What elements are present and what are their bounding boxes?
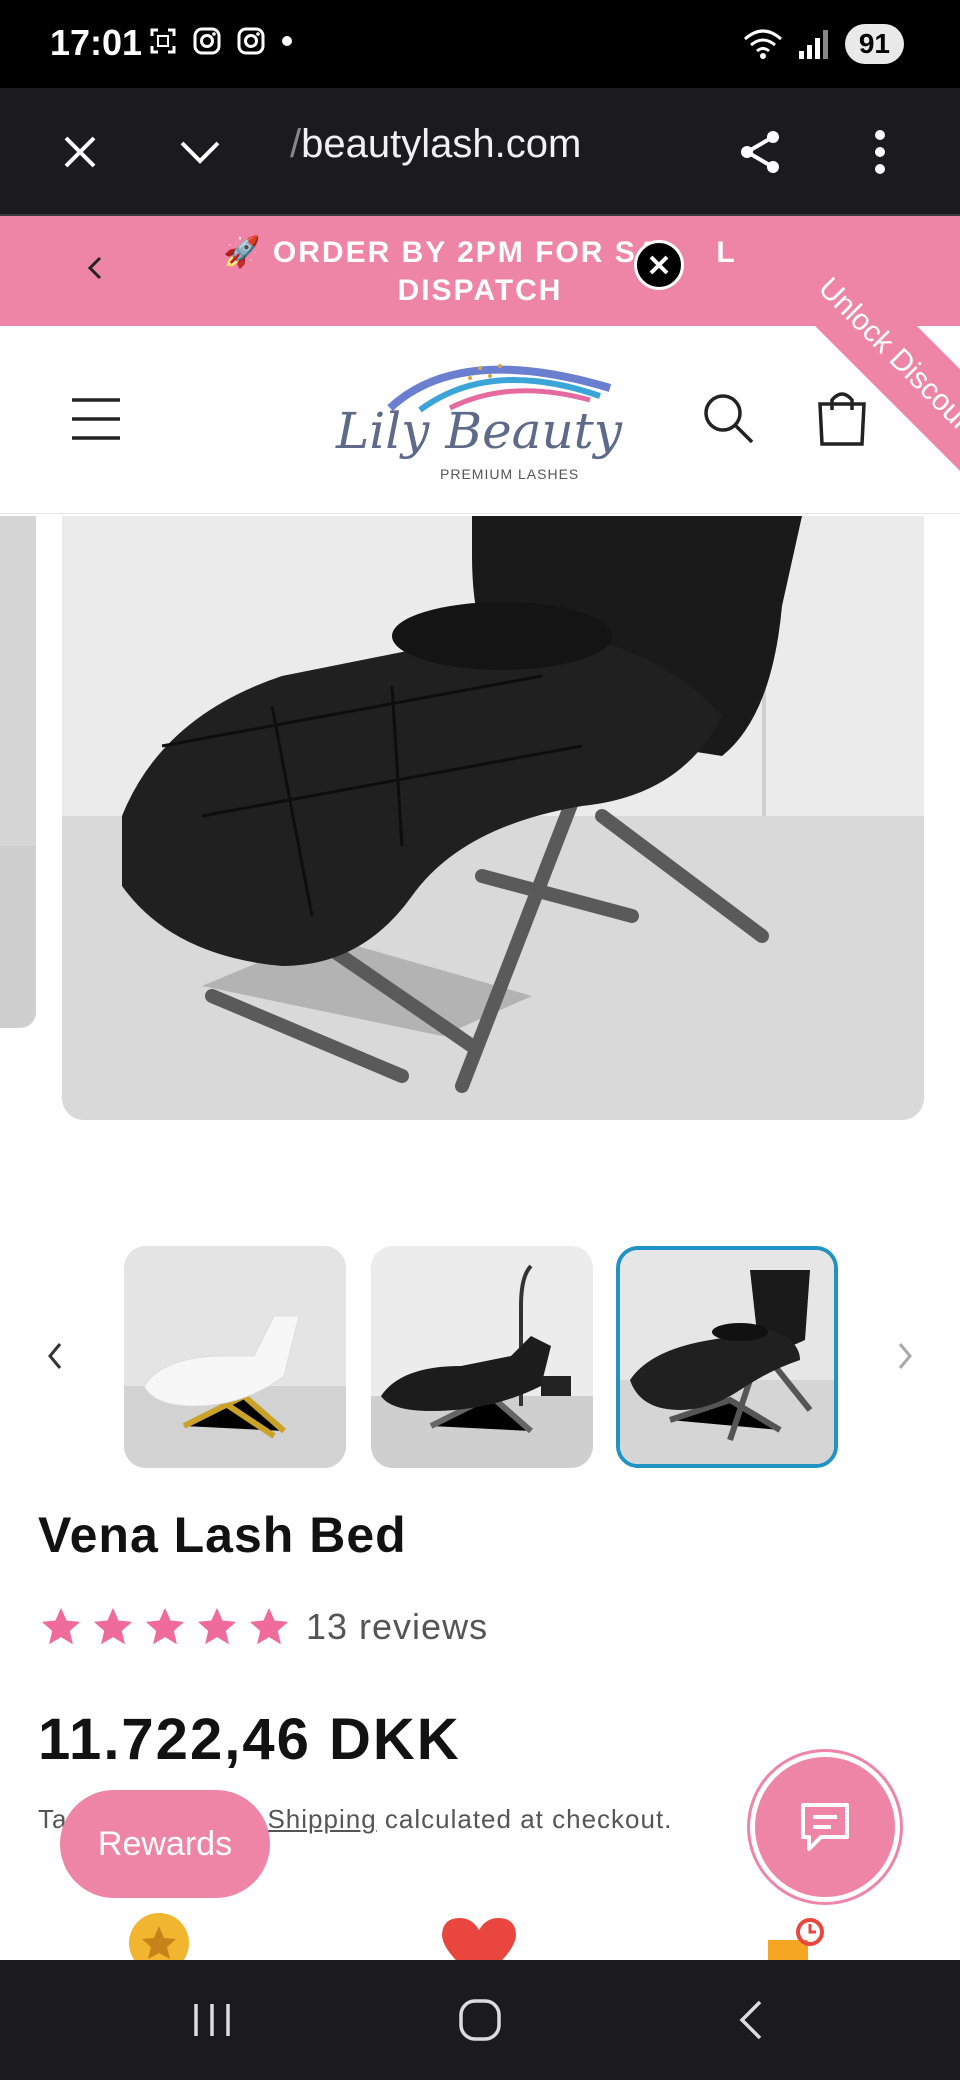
thumbnail-black-bed-salon[interactable] — [371, 1246, 593, 1468]
thumbnail-carousel — [0, 1246, 960, 1468]
hamburger-menu-icon — [72, 398, 120, 440]
star-icon — [93, 1607, 133, 1645]
status-bar: 17:01 91 — [0, 0, 960, 88]
chevron-left-icon — [87, 256, 102, 280]
product-title: Vena Lash Bed — [38, 1507, 407, 1563]
thumbnail-next-button[interactable] — [884, 1336, 924, 1376]
collapse-button[interactable] — [160, 112, 240, 192]
chevron-down-icon — [180, 141, 220, 164]
home-icon — [459, 1999, 501, 2041]
more-options-button[interactable] — [840, 112, 920, 192]
announcement-line-2: DISPATCH — [397, 274, 563, 307]
search-button[interactable] — [700, 390, 756, 451]
cart-button[interactable] — [814, 386, 870, 453]
feature-icons-row — [0, 1900, 960, 1960]
medal-icon — [129, 1913, 189, 1960]
recent-apps-button[interactable] — [182, 1990, 242, 2050]
review-count[interactable]: 13 reviews — [306, 1606, 488, 1648]
chevron-right-icon — [898, 1343, 912, 1369]
instagram-icon — [237, 27, 265, 55]
fast-delivery-icon — [768, 1918, 824, 1960]
menu-button[interactable] — [70, 396, 122, 447]
wifi-icon — [743, 29, 782, 59]
home-button[interactable] — [450, 1990, 510, 2050]
battery-indicator: 91 — [844, 24, 904, 64]
chevron-left-icon — [48, 1343, 62, 1369]
thumbnail-white-bed[interactable] — [124, 1246, 346, 1468]
site-header: Lily Beauty PREMIUM LASHES — [0, 326, 960, 514]
product-price: 11.722,46 DKK — [38, 1707, 461, 1772]
lash-bed-photo — [62, 516, 924, 1120]
shipping-link[interactable]: Shipping — [267, 1804, 376, 1834]
announcement-line-1-end: L — [716, 236, 737, 269]
black-lash-bed-salon-image — [371, 1246, 593, 1468]
chat-button[interactable] — [750, 1752, 900, 1902]
rewards-button[interactable]: Rewards — [60, 1790, 270, 1898]
screenshot-icon — [150, 28, 176, 54]
logo-tagline: PREMIUM LASHES — [440, 466, 580, 482]
announcement-line-1-start: 🚀 ORDER BY 2PM FOR SA — [223, 236, 661, 269]
chat-icon — [801, 1803, 849, 1851]
close-icon — [64, 136, 96, 168]
search-icon — [704, 394, 754, 444]
star-icon — [197, 1607, 237, 1645]
previous-slide-image — [0, 516, 36, 1028]
product-main-image[interactable] — [62, 516, 924, 1120]
url-prefix: / — [290, 122, 302, 166]
instagram-icon — [193, 27, 221, 55]
announcement-line-1: 🚀 ORDER BY 2PM FOR SA L — [180, 234, 780, 272]
logo-wordmark: Lily Beauty — [336, 402, 623, 460]
browser-toolbar: /beautylash.com — [0, 88, 960, 216]
heart-icon — [442, 1918, 516, 1960]
site-logo[interactable]: Lily Beauty PREMIUM LASHES — [330, 348, 630, 498]
share-icon — [741, 131, 779, 173]
status-time: 17:01 — [50, 22, 143, 63]
signal-icon — [798, 30, 828, 59]
star-icon — [249, 1607, 289, 1645]
more-vertical-icon — [875, 130, 885, 174]
thumbnail-prev-button[interactable] — [36, 1336, 76, 1376]
status-system-icons: 91 — [743, 24, 904, 64]
announcement-close-button[interactable] — [634, 240, 684, 290]
previous-slide-edge[interactable] — [0, 516, 36, 1028]
white-lash-bed-image — [124, 1246, 346, 1468]
status-notification-icons — [148, 26, 294, 56]
url-text: beautylash.com — [301, 122, 582, 166]
back-button[interactable] — [720, 1990, 780, 2050]
share-button[interactable] — [720, 112, 800, 192]
tax-suffix: calculated at checkout. — [376, 1804, 673, 1834]
product-rating[interactable]: 13 reviews — [38, 1604, 488, 1650]
recent-apps-icon — [194, 2004, 230, 2036]
star-icon — [41, 1607, 81, 1645]
back-icon — [739, 2000, 762, 2040]
system-navigation-bar — [0, 1960, 960, 2080]
star-icon — [145, 1607, 185, 1645]
announcement-text: 🚀 ORDER BY 2PM FOR SA L DISPATCH — [180, 234, 780, 310]
announcement-prev-button[interactable] — [76, 248, 116, 288]
close-tab-button[interactable] — [40, 112, 120, 192]
close-icon — [649, 255, 669, 275]
thumbnail-black-bed-selected[interactable] — [616, 1246, 838, 1468]
shopping-bag-icon — [818, 392, 866, 446]
black-lash-bed-image — [620, 1250, 834, 1464]
notification-dot-icon — [282, 36, 292, 46]
address-bar[interactable]: /beautylash.com — [290, 122, 581, 167]
